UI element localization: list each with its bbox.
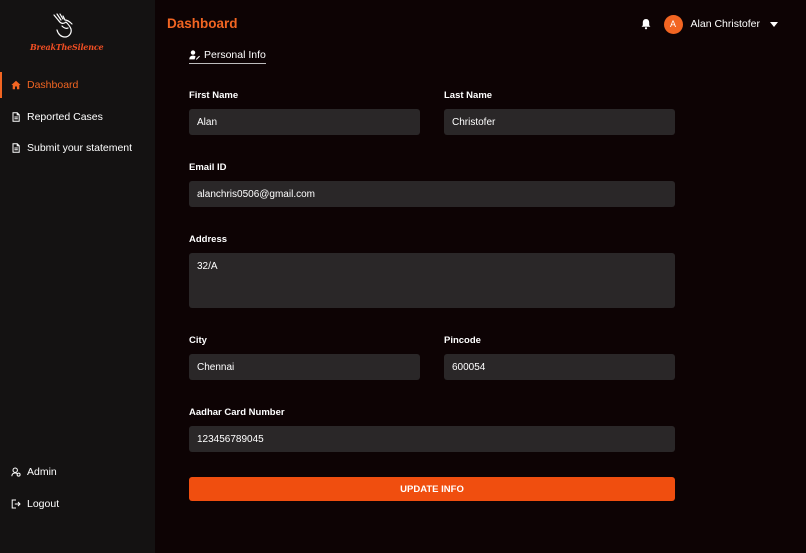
- file-icon: [11, 112, 21, 122]
- email-field[interactable]: [189, 181, 675, 207]
- sidebar-item-label: Admin: [27, 466, 57, 478]
- sidebar-item-dashboard[interactable]: Dashboard: [0, 72, 155, 98]
- sidebar-item-submit-statement[interactable]: Submit your statement: [0, 135, 155, 161]
- header-user-area: A Alan Christofer: [640, 14, 778, 34]
- pincode-label: Pincode: [444, 335, 481, 346]
- city-label: City: [189, 335, 207, 346]
- chevron-down-icon[interactable]: [770, 21, 778, 27]
- sidebar: BreakTheSilence Dashboard Reported Cases…: [0, 0, 155, 553]
- logout-icon: [11, 499, 21, 509]
- pincode-field[interactable]: [444, 354, 675, 380]
- sidebar-item-label: Dashboard: [27, 79, 79, 91]
- sidebar-item-admin[interactable]: Admin: [0, 459, 155, 485]
- admin-icon: [11, 467, 21, 477]
- sidebar-item-logout[interactable]: Logout: [0, 491, 155, 517]
- home-icon: [11, 80, 21, 90]
- user-name[interactable]: Alan Christofer: [691, 18, 760, 30]
- address-label: Address: [189, 234, 228, 245]
- page-title: Dashboard: [167, 16, 238, 31]
- aadhar-label: Aadhar Card Number: [189, 407, 285, 418]
- last-name-field[interactable]: [444, 109, 675, 135]
- sidebar-item-label: Logout: [27, 498, 60, 510]
- brand-logo[interactable]: BreakTheSilence: [30, 12, 104, 56]
- city-field[interactable]: [189, 354, 420, 380]
- sidebar-item-label: Reported Cases: [27, 111, 103, 123]
- update-info-button[interactable]: UPDATE INFO: [189, 477, 675, 501]
- tab-label: Personal Info: [204, 48, 266, 61]
- bell-icon[interactable]: [640, 18, 652, 30]
- brand-logo-text: BreakTheSilence: [30, 42, 104, 52]
- first-name-label: First Name: [189, 90, 239, 101]
- user-edit-icon: [189, 49, 200, 60]
- file-icon: [11, 143, 21, 153]
- address-field[interactable]: 32/A: [189, 253, 675, 308]
- sidebar-item-reported-cases[interactable]: Reported Cases: [0, 104, 155, 130]
- email-label: Email ID: [189, 162, 227, 173]
- aadhar-field[interactable]: [189, 426, 675, 452]
- avatar[interactable]: A: [663, 14, 683, 34]
- first-name-field[interactable]: [189, 109, 420, 135]
- sidebar-item-label: Submit your statement: [27, 142, 133, 154]
- tab-personal-info[interactable]: Personal Info: [189, 48, 266, 64]
- last-name-label: Last Name: [444, 90, 493, 101]
- hands-logo-icon: [53, 13, 73, 38]
